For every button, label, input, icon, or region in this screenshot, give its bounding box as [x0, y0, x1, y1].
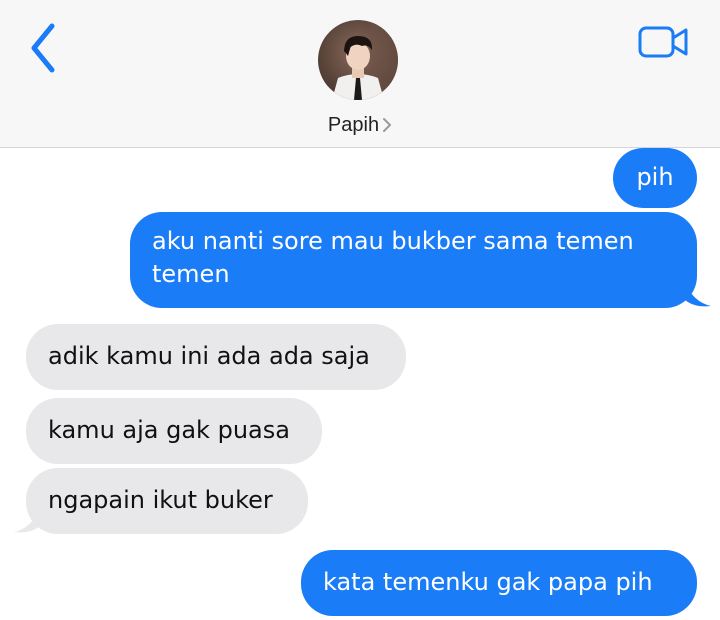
conversation-header: Papih [0, 0, 720, 148]
message-bubble-sent[interactable]: pih [613, 148, 697, 208]
contact-avatar[interactable] [318, 20, 398, 100]
back-button[interactable] [24, 22, 64, 74]
chevron-left-icon [31, 23, 55, 73]
bubble-tail [685, 282, 711, 307]
message-thread: pih aku nanti sore mau bukber sama temen… [0, 148, 720, 620]
video-camera-icon [638, 26, 688, 58]
avatar-photo [318, 20, 398, 100]
video-call-button[interactable] [636, 24, 692, 60]
message-bubble-sent[interactable]: aku nanti sore mau bukber sama temen tem… [130, 212, 697, 308]
contact-name-button[interactable]: Papih [0, 114, 720, 137]
bubble-tail [14, 508, 40, 533]
contact-name: Papih [327, 114, 380, 136]
message-bubble-sent[interactable]: kata temenku gak papa pih [301, 550, 697, 616]
message-bubble-received[interactable]: adik kamu ini ada ada saja [26, 324, 406, 390]
message-bubble-received[interactable]: ngapain ikut buker [26, 468, 308, 534]
message-bubble-received[interactable]: kamu aja gak puasa [26, 398, 322, 464]
chevron-right-icon [383, 118, 392, 132]
